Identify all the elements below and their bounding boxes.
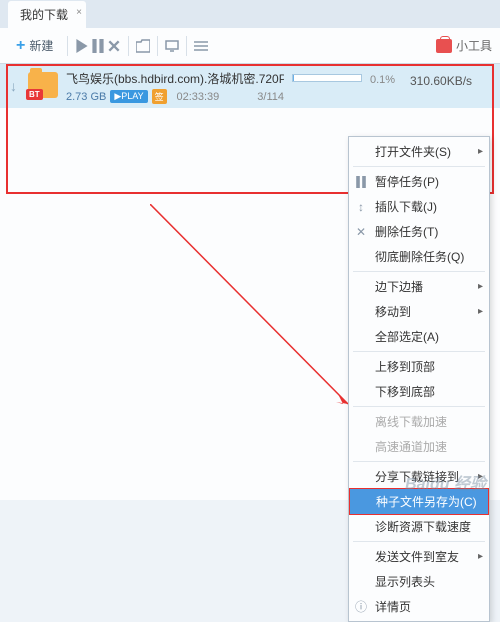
- info-icon: ⓘ: [354, 600, 368, 614]
- context-menu: 打开文件夹(S) 暂停任务(P) ↕插队下载(J) ✕删除任务(T) 彻底删除任…: [348, 136, 490, 622]
- menu-send-file[interactable]: 发送文件到室友: [349, 544, 489, 569]
- delete-icon[interactable]: [106, 38, 122, 54]
- close-icon[interactable]: ×: [76, 7, 82, 18]
- pause-icon: [354, 175, 368, 189]
- cert-tag: 签: [152, 89, 167, 104]
- progress-bar: [292, 74, 362, 82]
- monitor-icon[interactable]: [164, 38, 180, 54]
- menu-insert[interactable]: ↕插队下载(J): [349, 194, 489, 219]
- download-size: 2.73 GB: [66, 91, 106, 103]
- bt-badge: BT: [26, 89, 43, 100]
- menu-select-all[interactable]: 全部选定(A): [349, 324, 489, 349]
- tab-my-downloads[interactable]: 我的下载 ×: [8, 1, 86, 28]
- insert-icon: ↕: [354, 200, 368, 214]
- menu-offline-speed: 离线下载加速: [349, 409, 489, 434]
- download-count: 3/114: [257, 91, 284, 103]
- menu-diagnose[interactable]: 诊断资源下载速度: [349, 514, 489, 539]
- tools-button[interactable]: 小工具: [436, 37, 492, 54]
- menu-open-folder[interactable]: 打开文件夹(S): [349, 139, 489, 164]
- plus-icon: +: [16, 37, 25, 55]
- new-label: 新建: [29, 37, 53, 54]
- download-time: 02:33:39: [176, 91, 219, 103]
- folder-icon[interactable]: [135, 38, 151, 54]
- download-arrow-icon: ↓: [10, 78, 24, 94]
- menu-play-around[interactable]: 边下边播: [349, 274, 489, 299]
- pause-icon[interactable]: [90, 38, 106, 54]
- tools-label: 小工具: [456, 37, 492, 54]
- download-speed: 310.60KB/s: [410, 74, 490, 88]
- play-tag[interactable]: ▶PLAY: [110, 90, 147, 103]
- new-button[interactable]: + 新建: [8, 33, 61, 59]
- menu-move-to[interactable]: 移动到: [349, 299, 489, 324]
- list-icon[interactable]: [193, 38, 209, 54]
- toolbar: + 新建 小工具: [0, 28, 500, 64]
- play-icon[interactable]: [74, 38, 90, 54]
- download-row[interactable]: ↓ BT 飞鸟娱乐(bbs.hdbird.com).洛城机密.720P.... …: [0, 64, 500, 108]
- menu-move-bottom[interactable]: 下移到底部: [349, 379, 489, 404]
- folder-icon: BT: [28, 72, 58, 98]
- toolbox-icon: [436, 39, 452, 53]
- tab-label: 我的下载: [20, 8, 68, 22]
- menu-move-top[interactable]: 上移到顶部: [349, 354, 489, 379]
- menu-channel-speed: 高速通道加速: [349, 434, 489, 459]
- menu-details[interactable]: ⓘ详情页: [349, 594, 489, 619]
- delete-icon: ✕: [354, 225, 368, 239]
- menu-pause[interactable]: 暂停任务(P): [349, 169, 489, 194]
- download-name: 飞鸟娱乐(bbs.hdbird.com).洛城机密.720P....: [66, 70, 284, 87]
- annotation-arrow: [150, 204, 370, 414]
- menu-delete[interactable]: ✕删除任务(T): [349, 219, 489, 244]
- menu-delete-full[interactable]: 彻底删除任务(Q): [349, 244, 489, 269]
- watermark: Baidu 经验: [405, 470, 486, 494]
- menu-show-list[interactable]: 显示列表头: [349, 569, 489, 594]
- download-percent: 0.1%: [370, 74, 410, 86]
